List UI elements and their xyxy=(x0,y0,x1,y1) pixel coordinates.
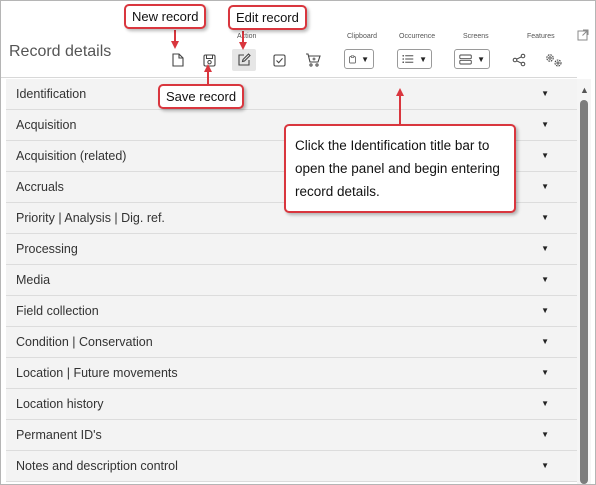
section-label: Location | Future movements xyxy=(16,366,178,380)
chevron-down-icon: ▼ xyxy=(541,399,549,408)
section-row-notes-and-description-control[interactable]: Notes and description control ▼ xyxy=(6,451,577,482)
list-icon xyxy=(402,54,414,64)
expand-window-icon[interactable] xyxy=(577,29,589,41)
callout-save-record: Save record xyxy=(158,84,245,109)
section-label: Media xyxy=(16,273,51,287)
section-label: Notes and description control xyxy=(16,459,178,473)
add-to-cart-button[interactable] xyxy=(301,49,325,71)
group-label-clipboard: Clipboard xyxy=(347,33,377,40)
new-record-icon xyxy=(172,53,184,67)
section-label: Permanent ID's xyxy=(16,428,102,442)
callout-edit-record: Edit record xyxy=(228,5,307,30)
section-label: Acquisition (related) xyxy=(16,149,127,163)
page-title: Record details xyxy=(9,43,112,60)
chevron-down-icon: ▼ xyxy=(361,54,369,64)
share-icon xyxy=(512,53,526,67)
occurrence-dropdown[interactable]: ▼ xyxy=(397,49,432,69)
chevron-down-icon: ▼ xyxy=(541,213,549,222)
section-row-condition-conservation[interactable]: Condition | Conservation ▼ xyxy=(6,327,577,358)
cart-icon xyxy=(306,53,321,67)
group-label-action: Action xyxy=(237,33,257,40)
chevron-down-icon: ▼ xyxy=(541,306,549,315)
group-label-occurrence: Occurrence xyxy=(399,33,436,40)
callout-new-record: New record xyxy=(124,4,207,29)
save-record-button[interactable] xyxy=(197,49,221,71)
chevron-down-icon: ▼ xyxy=(541,182,549,191)
features-button[interactable] xyxy=(542,49,566,71)
group-label-screens: Screens xyxy=(463,33,489,40)
chevron-down-icon: ▼ xyxy=(541,151,549,160)
record-details-header: Record details Action Clipboard Occurren… xyxy=(1,25,577,78)
section-label: Location history xyxy=(16,397,104,411)
new-record-button[interactable] xyxy=(166,49,190,71)
section-label: Identification xyxy=(16,87,87,101)
chevron-down-icon: ▼ xyxy=(541,430,549,439)
chevron-down-icon: ▼ xyxy=(541,368,549,377)
section-row-permanent-id-s[interactable]: Permanent ID's ▼ xyxy=(6,420,577,451)
scroll-up-arrow-icon[interactable]: ▲ xyxy=(580,85,589,95)
gears-icon xyxy=(546,54,562,67)
screens-icon xyxy=(459,54,472,64)
share-button[interactable] xyxy=(507,49,531,71)
section-label: Condition | Conservation xyxy=(16,335,153,349)
section-row-identification[interactable]: Identification ▼ xyxy=(6,79,577,110)
chevron-down-icon: ▼ xyxy=(541,89,549,98)
section-label: Priority | Analysis | Dig. ref. xyxy=(16,211,165,225)
section-label: Acquisition xyxy=(16,118,77,132)
callout-identification-tip: Click the Identification title bar to op… xyxy=(284,124,516,213)
clipboard-icon xyxy=(349,55,356,63)
section-label: Processing xyxy=(16,242,78,256)
vertical-scrollbar[interactable]: ▲ xyxy=(577,79,591,484)
section-row-field-collection[interactable]: Field collection ▼ xyxy=(6,296,577,327)
edit-record-button[interactable] xyxy=(232,49,256,71)
record-details-window: Record details Action Clipboard Occurren… xyxy=(0,0,596,485)
section-row-location-history[interactable]: Location history ▼ xyxy=(6,389,577,420)
validate-button[interactable] xyxy=(267,49,291,71)
section-label: Accruals xyxy=(16,180,64,194)
section-row-location-future-movements[interactable]: Location | Future movements ▼ xyxy=(6,358,577,389)
scrollbar-thumb[interactable] xyxy=(580,100,588,484)
chevron-down-icon: ▼ xyxy=(541,461,549,470)
chevron-down-icon: ▼ xyxy=(541,275,549,284)
chevron-down-icon: ▼ xyxy=(477,54,485,64)
group-label-features: Features xyxy=(527,33,555,40)
edit-record-icon xyxy=(238,53,251,66)
chevron-down-icon: ▼ xyxy=(541,337,549,346)
check-icon xyxy=(272,53,286,67)
clipboard-dropdown[interactable]: ▼ xyxy=(344,49,374,69)
save-record-icon xyxy=(202,53,216,67)
screens-dropdown[interactable]: ▼ xyxy=(454,49,490,69)
section-row-processing[interactable]: Processing ▼ xyxy=(6,234,577,265)
section-row-media[interactable]: Media ▼ xyxy=(6,265,577,296)
chevron-down-icon: ▼ xyxy=(541,120,549,129)
section-label: Field collection xyxy=(16,304,99,318)
chevron-down-icon: ▼ xyxy=(541,244,549,253)
chevron-down-icon: ▼ xyxy=(419,54,427,64)
